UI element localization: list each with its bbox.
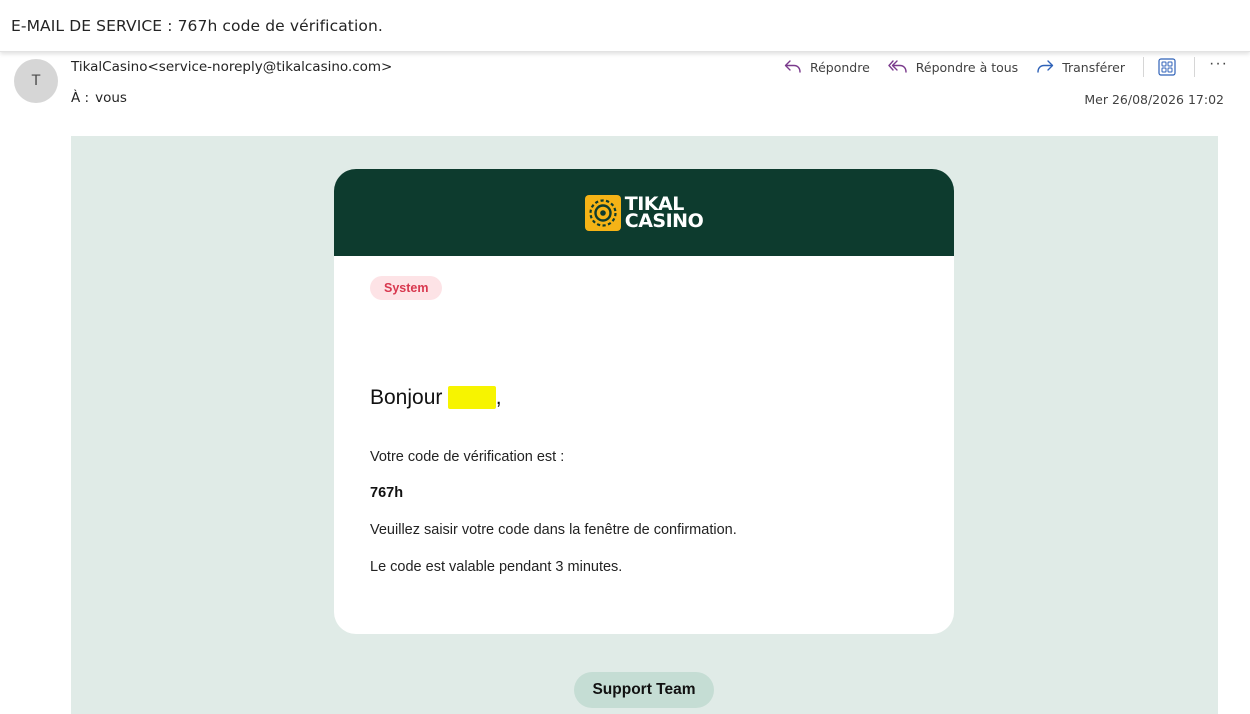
received-date: Mer 26/08/2026 17:02 — [1084, 92, 1224, 107]
email-card: TIKAL CASINO System Bonjour Jane, Votre … — [334, 169, 954, 634]
avatar-letter: T — [31, 73, 41, 89]
greeting: Bonjour Jane, — [370, 386, 918, 410]
forward-label: Transférer — [1062, 59, 1126, 75]
apps-grid-icon — [1158, 58, 1176, 76]
reply-label: Répondre — [809, 59, 870, 75]
verification-code: 767h — [370, 485, 404, 501]
code-intro-text: Votre code de vérification est : — [370, 449, 565, 465]
forward-button[interactable]: Transférer — [1036, 59, 1125, 75]
message-actions: Répondre Répondre à tous Transférer ··· — [766, 55, 1228, 79]
reply-button[interactable]: Répondre — [784, 59, 870, 75]
sender-line: TikalCasino<service-noreply@tikalcasino.… — [71, 59, 392, 75]
recipient-line: À : vous — [71, 90, 127, 106]
validity-text: Le code est valable pendant 3 minutes. — [370, 559, 623, 575]
reply-icon — [784, 60, 801, 73]
support-team-button[interactable]: Support Team — [574, 672, 714, 708]
reply-all-button[interactable]: Répondre à tous — [888, 59, 1018, 75]
more-icon: ··· — [1209, 55, 1228, 72]
card-content: System Bonjour Jane, Votre code de vérif… — [334, 256, 954, 575]
sender-avatar[interactable]: T — [14, 59, 58, 103]
apps-button[interactable] — [1158, 58, 1176, 76]
sender-name[interactable]: TikalCasino — [71, 59, 148, 75]
toolbar-divider — [1143, 57, 1145, 77]
greeting-suffix: , — [495, 386, 502, 409]
toolbar-divider-2 — [1194, 57, 1196, 77]
reply-all-icon — [888, 60, 907, 73]
tikal-casino-logo[interactable]: TIKAL CASINO — [584, 194, 704, 232]
subject-bar: E-MAIL DE SERVICE : 767h code de vérific… — [0, 0, 1250, 52]
greeting-name-redacted: Jane — [448, 386, 496, 409]
reply-all-label: Répondre à tous — [915, 59, 1019, 75]
logo-wordmark: TIKAL CASINO — [624, 194, 704, 232]
to-value[interactable]: vous — [95, 90, 127, 106]
email-body: TIKAL CASINO System Bonjour Jane, Votre … — [71, 136, 1218, 714]
instruction-text: Veuillez saisir votre code dans la fenêt… — [370, 522, 737, 538]
logo-line-2: CASINO — [624, 209, 704, 232]
sender-email[interactable]: <service-noreply@tikalcasino.com> — [148, 59, 393, 75]
greeting-prefix: Bonjour — [370, 386, 449, 409]
more-options-button[interactable]: ··· — [1209, 56, 1228, 72]
to-label: À : — [71, 90, 90, 106]
card-header: TIKAL CASINO — [334, 169, 954, 256]
tikal-logo-icon — [584, 194, 621, 231]
system-badge: System — [370, 276, 443, 300]
forward-icon — [1037, 60, 1054, 73]
email-subject: E-MAIL DE SERVICE : 767h code de vérific… — [11, 16, 383, 35]
